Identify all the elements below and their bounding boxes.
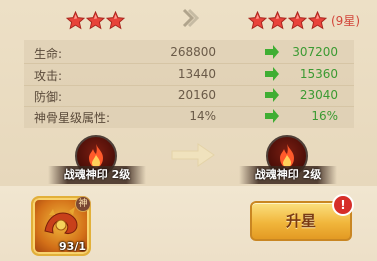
stat-old-value: 20160 — [177, 88, 216, 102]
stat-old-value: 14% — [189, 109, 216, 123]
upgrade-arrow-icon — [170, 142, 216, 168]
stat-old-value: 13440 — [177, 67, 216, 81]
stat-new-value: 23040 — [299, 88, 338, 102]
current-stars — [66, 6, 126, 34]
material-count: 93/1 — [59, 240, 86, 253]
stat-row-attack: 攻击: 13440 15360 — [28, 64, 358, 85]
stat-label: 生命: — [34, 47, 63, 61]
star-icon — [308, 10, 327, 30]
current-seal-label: 战魂神印 2级 — [48, 166, 146, 184]
stat-new-value: 15360 — [299, 67, 338, 81]
material-badge: 神 — [75, 196, 91, 212]
green-arrow-icon — [265, 88, 279, 102]
green-arrow-icon — [265, 109, 279, 123]
dragon-bone-icon — [44, 207, 78, 234]
star-icon — [248, 10, 267, 30]
green-arrow-icon — [265, 67, 279, 81]
alert-badge-icon: ! — [332, 194, 354, 216]
star-icon — [66, 10, 85, 30]
stat-label: 神骨星级属性: — [34, 111, 111, 125]
stat-row-hp: 生命: 268800 307200 — [28, 42, 358, 63]
next-stars: (9星) — [248, 6, 360, 34]
next-star-level: (9星) — [331, 13, 360, 28]
material-item[interactable]: 神 93/1 — [31, 196, 91, 256]
chevron-right-icon — [178, 6, 202, 30]
star-icon — [106, 10, 125, 30]
green-arrow-icon — [265, 45, 279, 59]
stat-row-bone-star: 神骨星级属性: 14% 16% — [28, 106, 358, 127]
star-icon — [288, 10, 307, 30]
stat-new-value: 16% — [311, 109, 338, 123]
next-seal-label: 战魂神印 2级 — [239, 166, 337, 184]
star-icon — [86, 10, 105, 30]
stat-label: 攻击: — [34, 69, 63, 83]
stat-row-defense: 防御: 20160 23040 — [28, 85, 358, 106]
stat-new-value: 307200 — [292, 45, 338, 59]
stat-label: 防御: — [34, 90, 63, 104]
star-icon — [268, 10, 287, 30]
stat-old-value: 268800 — [170, 45, 216, 59]
